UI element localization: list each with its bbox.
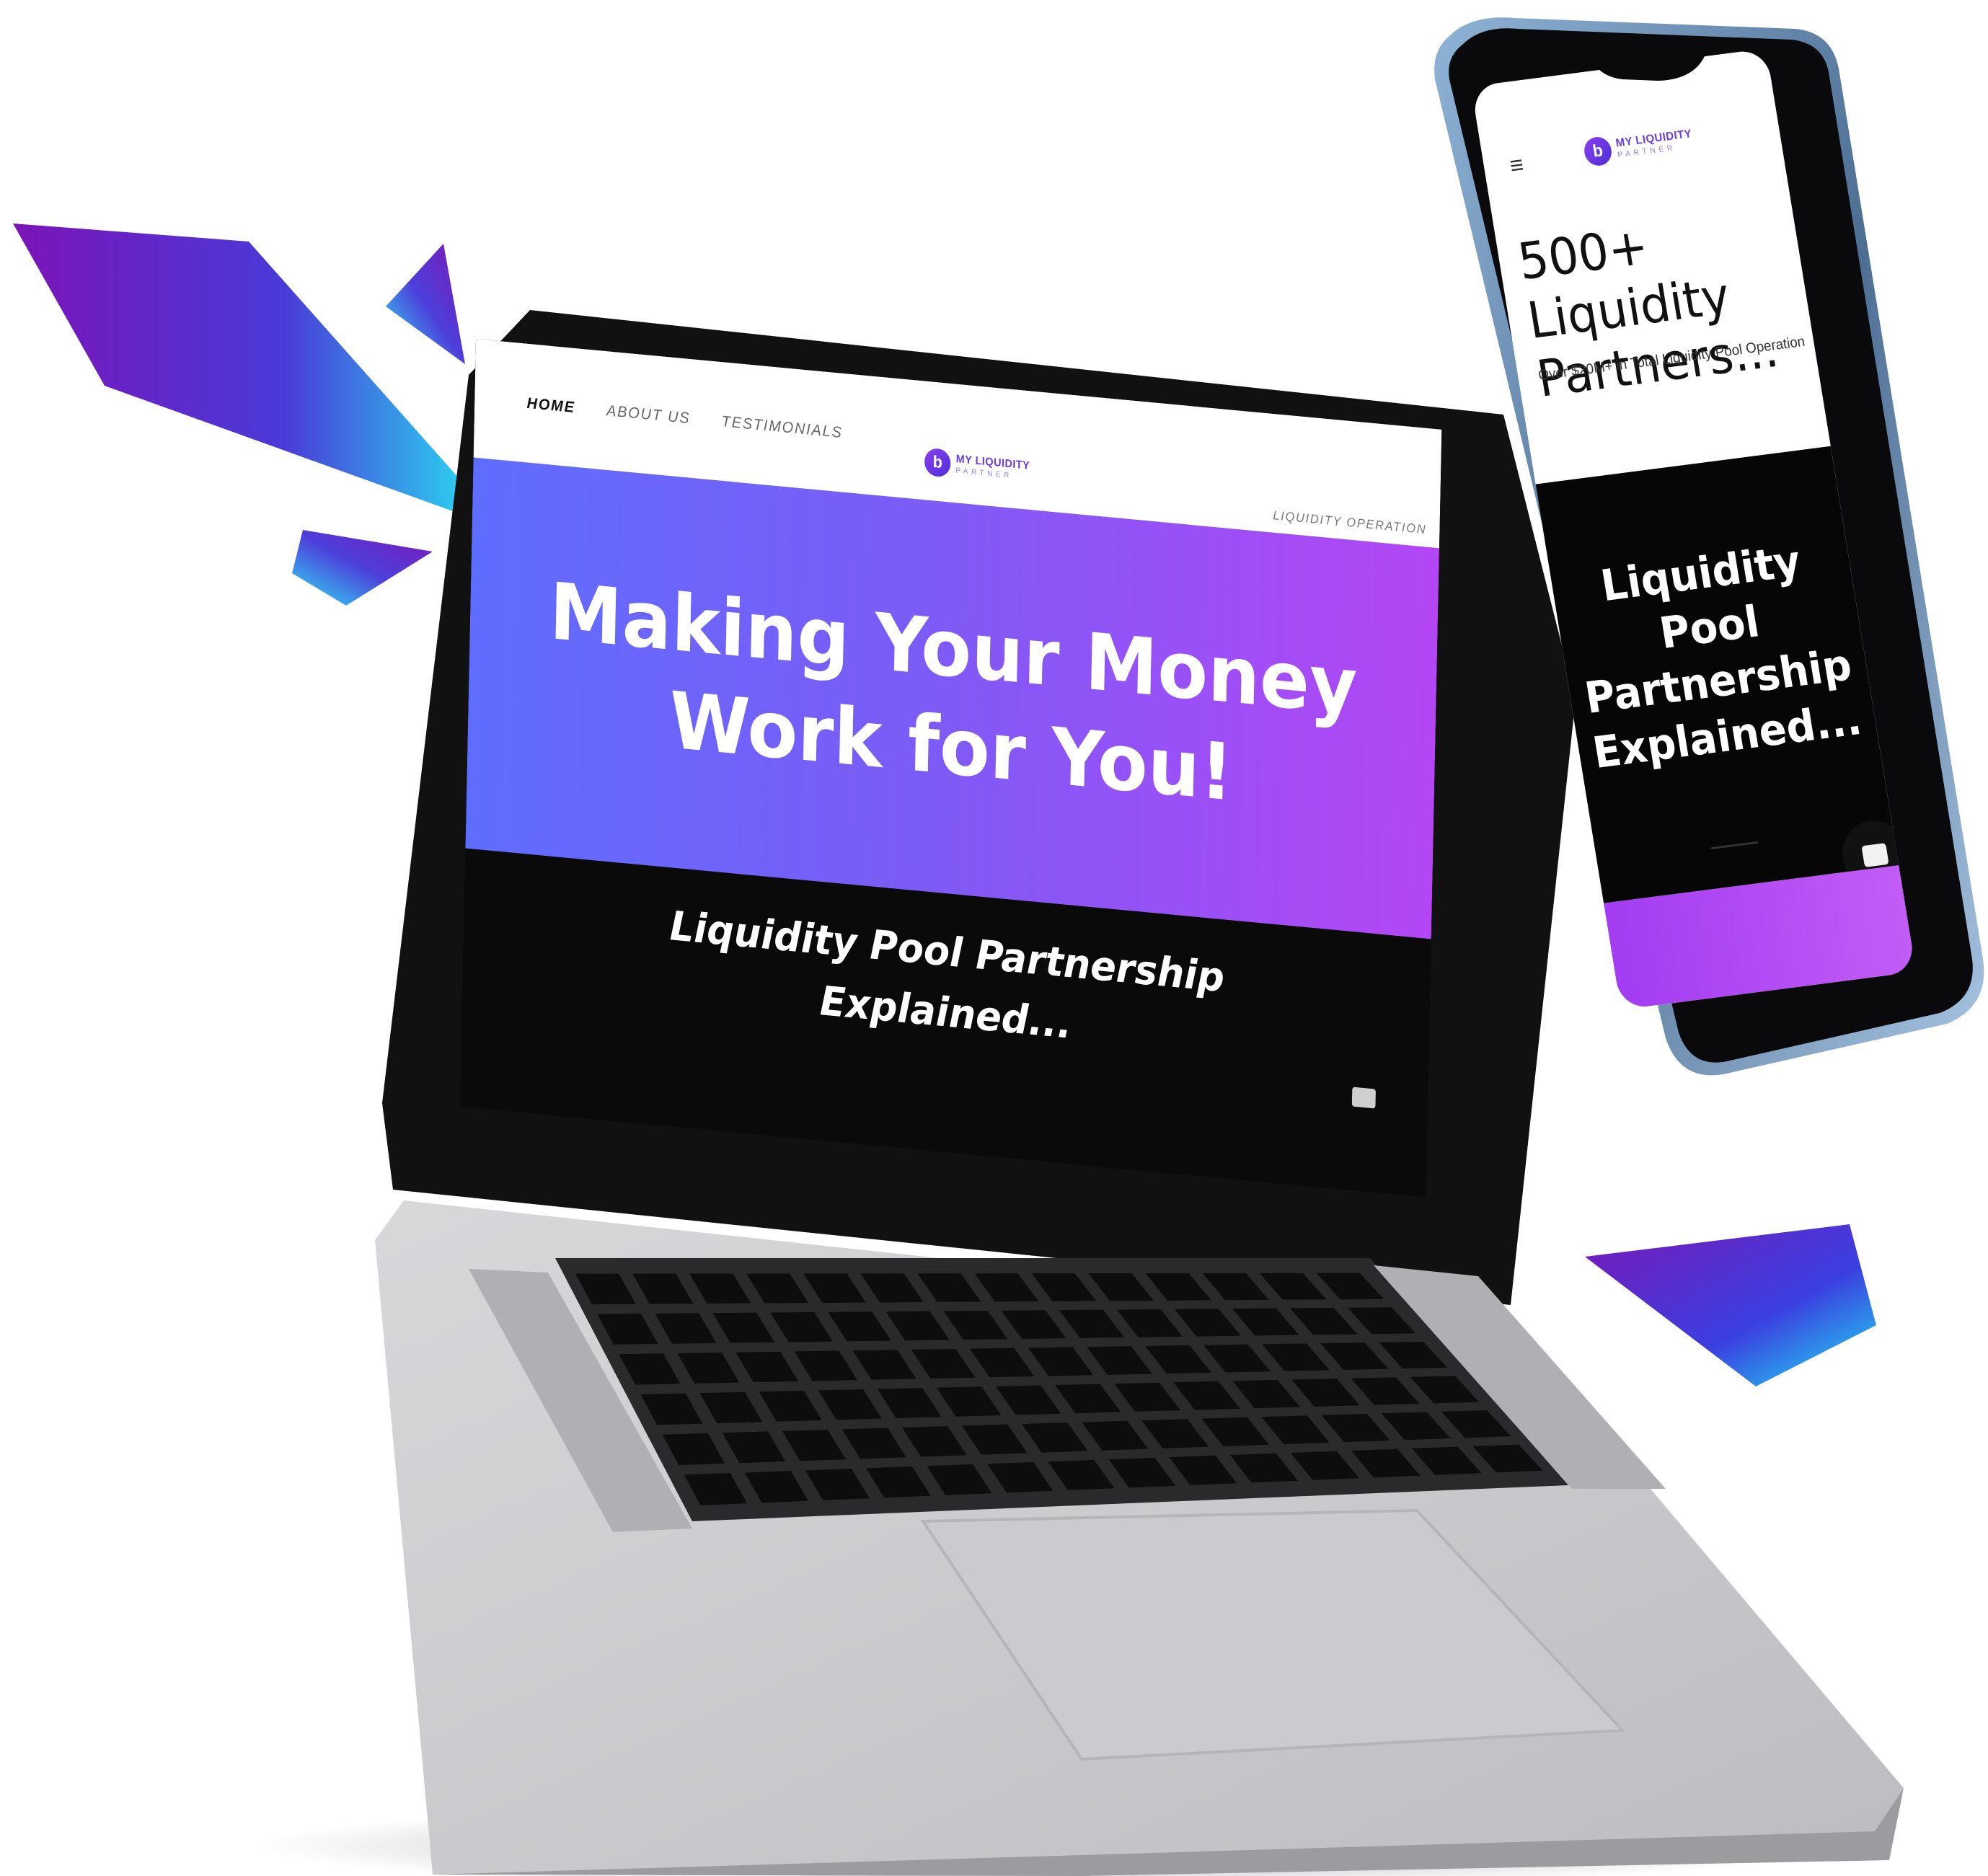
divider	[1710, 841, 1759, 850]
logo-icon: b	[1582, 135, 1614, 168]
nav-links: HOME ABOUT US TESTIMONIALS	[526, 394, 842, 441]
laptop-logo[interactable]: b MY LIQUIDITY PARTNER	[924, 447, 1030, 485]
nav-about-us[interactable]: ABOUT US	[606, 402, 691, 428]
phone-header: ≡ b MY LIQUIDITY PARTNER 500+ Liquidity …	[1471, 48, 1831, 485]
shard-small-top	[386, 244, 465, 364]
phone-logo[interactable]: b MY LIQUIDITY PARTNER	[1582, 125, 1695, 168]
nav-home[interactable]: HOME	[526, 394, 575, 416]
shard-small-left	[292, 530, 433, 606]
laptop-screen: HOME ABOUT US TESTIMONIALS b MY LIQUIDIT…	[460, 339, 1442, 1198]
nav-testimonials[interactable]: TESTIMONIALS	[722, 412, 843, 442]
logo-icon: b	[924, 447, 951, 478]
hamburger-icon[interactable]: ≡	[1508, 151, 1526, 181]
chat-icon[interactable]	[1351, 1087, 1376, 1109]
phone-explainer-heading: Liquidity Pool Partnership Explained...	[1581, 536, 1865, 779]
nav-liquidity-operation[interactable]: LIQUIDITY OPERATION	[1273, 508, 1426, 537]
shard-right	[1585, 1224, 1876, 1386]
hero-title: Making Your Money Work for You!	[548, 566, 1359, 819]
